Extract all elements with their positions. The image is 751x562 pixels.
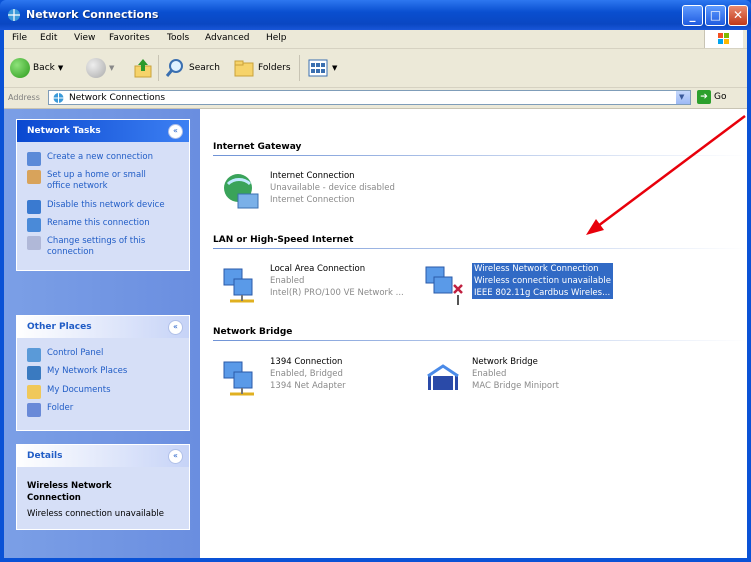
annotation-arrowhead — [586, 219, 604, 235]
annotation-arrow-overlay — [586, 114, 746, 235]
annotation-arrow-line — [597, 114, 746, 228]
